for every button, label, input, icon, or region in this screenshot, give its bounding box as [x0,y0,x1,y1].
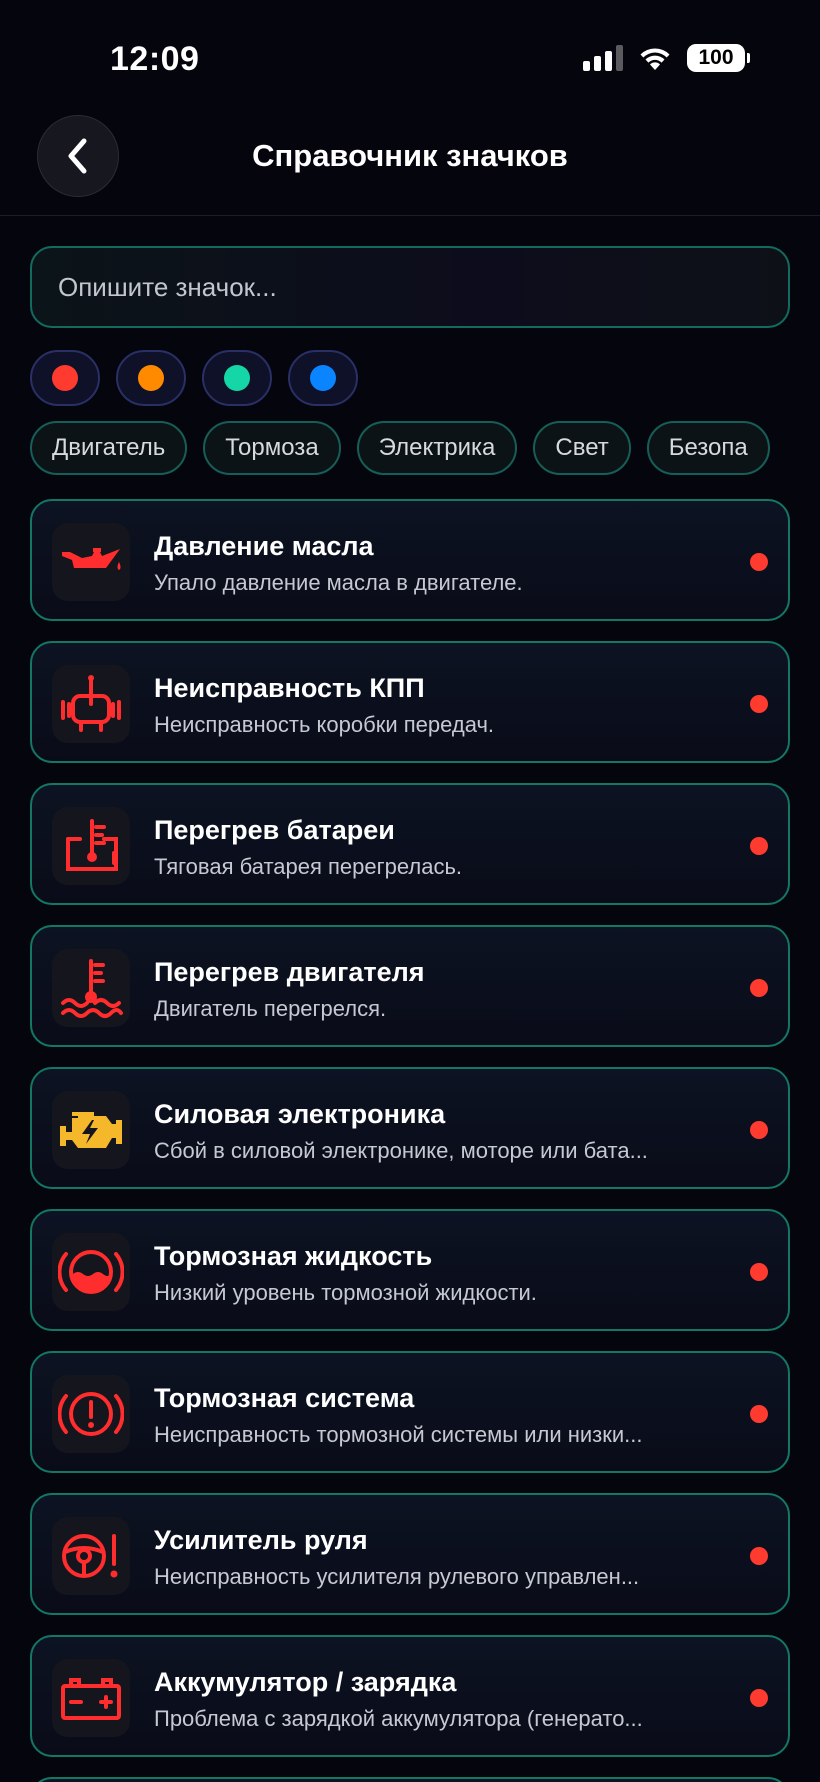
oil-can-icon [62,548,121,570]
steering-warning-icon [62,1534,118,1578]
item-description: Упало давление масла в двигателе. [154,570,523,595]
item-description: Тяговая батарея перегрелась. [154,854,463,879]
color-filter-blue[interactable] [288,350,358,406]
brake-warning-icon [58,1392,124,1436]
severity-indicator [750,1263,768,1281]
severity-indicator [750,837,768,855]
orange-dot-icon [138,365,164,391]
severity-indicator [750,553,768,571]
status-bar: 12:09 100 [0,0,820,110]
status-indicators: 100 [583,44,750,72]
item-description: Неисправность усилителя рулевого управле… [154,1564,640,1589]
warning-icon-list: Давление масла Упало давление масла в дв… [30,499,790,1782]
list-item[interactable]: Перегрев двигателя Двигатель перегрелся. [30,925,790,1047]
list-item[interactable]: Тормозная система Неисправность тормозно… [30,1351,790,1473]
icon-container [52,949,130,1027]
page-title: Справочник значков [252,138,568,173]
item-title: Давление масла [154,531,374,561]
severity-indicator [750,1405,768,1423]
category-chip-electrics[interactable]: Электрика [356,421,518,475]
severity-indicator [750,979,768,997]
list-item[interactable]: Аккумулятор / зарядка Проблема с зарядко… [30,1635,790,1757]
color-filter-row [30,350,358,406]
blue-dot-icon [310,365,336,391]
category-filter-row[interactable]: Двигатель Тормоза Электрика Свет Безопа [30,421,790,477]
icon-container [52,807,130,885]
status-time: 12:09 [110,40,200,78]
item-description: Проблема с зарядкой аккумулятора (генера… [154,1706,643,1731]
battery-indicator: 100 [687,44,750,72]
item-title: Перегрев двигателя [154,957,425,987]
battery-temperature-icon [66,819,118,871]
list-item[interactable]: Усилитель руля Неисправность усилителя р… [30,1493,790,1615]
color-filter-red[interactable] [30,350,100,406]
list-item[interactable]: Силовая электроника Сбой в силовой элект… [30,1067,790,1189]
severity-indicator [750,1121,768,1139]
icon-container [52,1375,130,1453]
item-title: Неисправность КПП [154,673,425,703]
color-filter-orange[interactable] [116,350,186,406]
item-title: Тормозная система [154,1383,415,1413]
item-title: Тормозная жидкость [154,1241,433,1271]
item-title: Аккумулятор / зарядка [154,1667,457,1697]
severity-indicator [750,1689,768,1707]
severity-indicator [750,695,768,713]
brake-fluid-icon [58,1250,124,1294]
search-input[interactable] [58,271,762,303]
list-item-partial[interactable] [30,1777,790,1782]
item-title: Усилитель руля [154,1525,368,1555]
engine-lightning-icon [60,1112,122,1148]
category-chip-lights[interactable]: Свет [533,421,631,475]
wifi-icon [640,48,670,70]
cellular-signal-icon [583,45,623,71]
item-title: Силовая электроника [154,1099,446,1129]
list-item[interactable]: Тормозная жидкость Низкий уровень тормоз… [30,1209,790,1331]
category-chip-safety[interactable]: Безопа [646,421,770,475]
item-description: Неисправность коробки передач. [154,712,495,737]
color-filter-teal[interactable] [202,350,272,406]
search-field[interactable] [30,246,790,328]
teal-dot-icon [224,365,250,391]
icon-container [52,1091,130,1169]
list-item[interactable]: Давление масла Упало давление масла в дв… [30,499,790,621]
icon-container [52,523,130,601]
icon-container [52,665,130,743]
list-item[interactable]: Перегрев батареи Тяговая батарея перегре… [30,783,790,905]
item-description: Сбой в силовой электронике, моторе или б… [154,1138,648,1163]
category-chip-brakes[interactable]: Тормоза [203,421,341,475]
transmission-icon [61,675,121,732]
icon-container [52,1517,130,1595]
category-chip-engine[interactable]: Двигатель [30,421,188,475]
list-item[interactable]: Неисправность КПП Неисправность коробки … [30,641,790,763]
icon-container [52,1659,130,1737]
coolant-temperature-icon [61,959,123,1018]
item-title: Перегрев батареи [154,815,395,845]
icon-container [52,1233,130,1311]
item-description: Неисправность тормозной системы или низк… [154,1422,643,1447]
item-description: Двигатель перегрелся. [154,996,387,1021]
car-battery-icon [61,1678,121,1720]
severity-indicator [750,1547,768,1565]
navigation-header: Справочник значков [0,110,820,216]
item-description: Низкий уровень тормозной жидкости. [154,1280,537,1305]
red-dot-icon [52,365,78,391]
